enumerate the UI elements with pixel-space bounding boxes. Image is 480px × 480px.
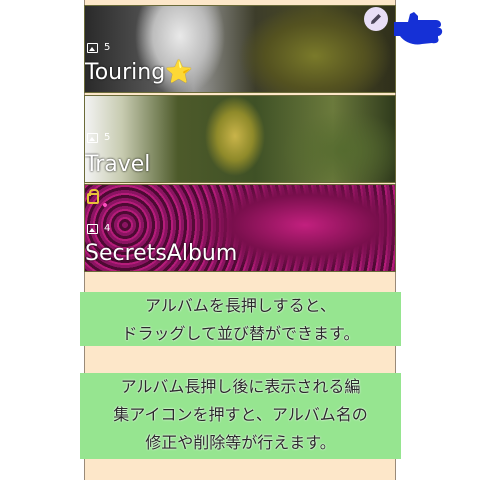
instruction-line: ドラッグして並び替ができます。 (121, 324, 360, 343)
photo-count-value: 5 (104, 42, 111, 53)
instruction-line: 集アイコンを押すと、アルバム名の (113, 405, 368, 424)
photo-count-value: 5 (104, 132, 111, 143)
pointing-hand-icon (394, 12, 443, 45)
reorder-instruction: アルバムを長押しすると、 ドラッグして並び替ができます。 (80, 292, 401, 346)
album-title: SecretsAlbum (85, 241, 238, 266)
album-card-secrets[interactable]: 4 SecretsAlbum (84, 184, 396, 272)
edit-instruction: アルバム長押し後に表示される編 集アイコンを押すと、アルバム名の 修正や削除等が… (80, 373, 401, 459)
album-card-travel[interactable]: 5 Travel (84, 95, 396, 183)
lock-icon (87, 189, 99, 204)
photo-count: 4 (87, 223, 110, 234)
edit-album-button[interactable] (364, 7, 388, 31)
photo-count-value: 4 (104, 223, 111, 234)
album-title-text: Touring (85, 60, 166, 85)
album-card-touring[interactable]: 5 Touring⭐ (84, 5, 396, 93)
instruction-line: 修正や削除等が行えます。 (145, 433, 336, 452)
instruction-line: アルバム長押し後に表示される編 (120, 377, 361, 396)
image-icon (87, 132, 98, 143)
photo-count: 5 (87, 132, 110, 143)
photo-count: 5 (87, 42, 110, 53)
star-icon: ⭐ (165, 60, 193, 85)
pencil-icon (371, 14, 381, 24)
instruction-line: アルバムを長押しすると、 (145, 296, 336, 315)
album-title: Touring⭐ (85, 60, 193, 85)
album-title: Travel (85, 152, 151, 177)
image-icon (87, 42, 98, 53)
image-icon (87, 223, 98, 234)
